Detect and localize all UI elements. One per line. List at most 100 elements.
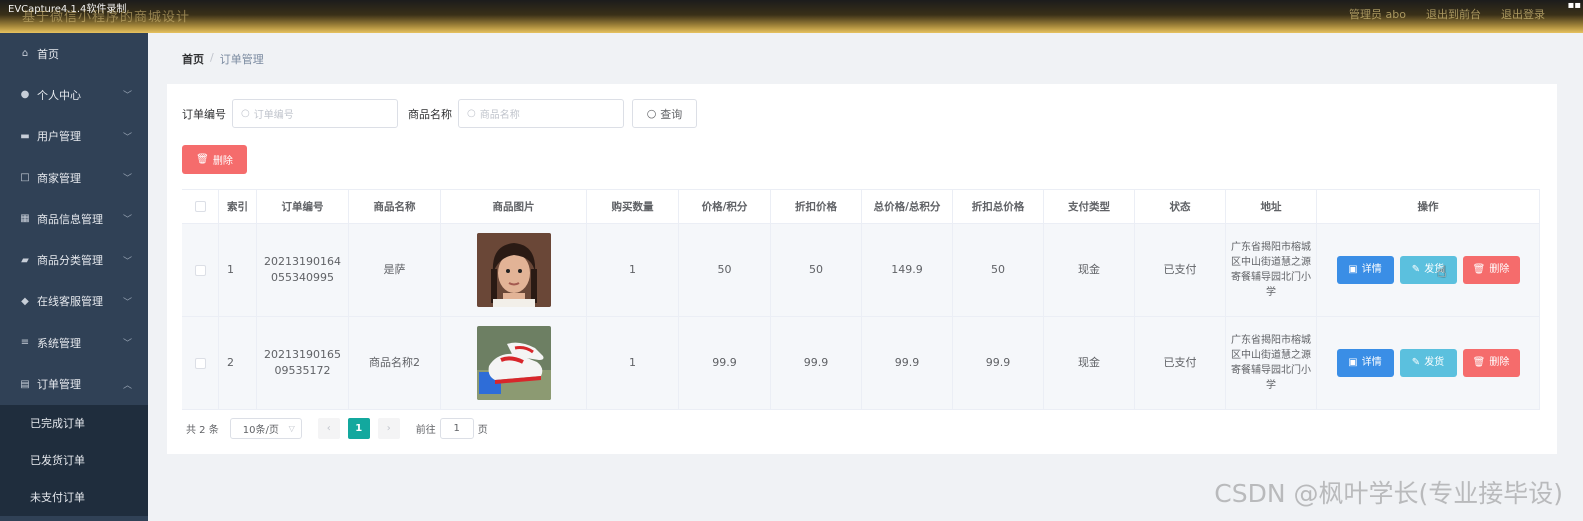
breadcrumb-separator: / (210, 51, 214, 64)
detail-button[interactable]: ▣ 详情 (1336, 349, 1394, 377)
cell-text: 1 (227, 263, 234, 276)
sidebar-item-label: 在线客服管理 (37, 295, 103, 309)
cell-text: 20213190164055340995 (264, 255, 341, 284)
actions-cell: ▣ 详情 ✎ 发货 🗑 删除 (1317, 224, 1540, 316)
delete-button[interactable]: 🗑 删除 (1462, 349, 1520, 377)
chevron-down-icon: ﹀ (122, 91, 132, 102)
sidebar-item-3[interactable]: □ 商家管理 ﹀ (0, 157, 148, 198)
app-title: 基于微信小程序的商城设计 (22, 10, 191, 25)
search-icon: ○ (241, 108, 250, 119)
breadcrumb-current: 订单管理 (219, 53, 264, 66)
shop-icon: □ (20, 172, 30, 184)
grid-icon: ▦ (20, 213, 30, 225)
cell-index: 2 (219, 317, 257, 409)
chevron-up-icon: ︿ (122, 380, 132, 391)
goto-page-input[interactable]: 1 (439, 418, 474, 439)
cell-text: 商品名称2 (369, 356, 420, 369)
cell-qty: 1 (587, 224, 679, 316)
column-header: 操作 (1317, 190, 1540, 223)
row-checkbox[interactable] (194, 264, 206, 276)
total-count: 共 2 条 (186, 425, 219, 436)
sidebar-item-6[interactable]: ◆ 在线客服管理 ﹀ (0, 281, 148, 322)
column-header: 商品名称 (349, 190, 441, 223)
product-thumbnail[interactable] (476, 233, 551, 307)
cell-text: 是萨 (383, 263, 406, 276)
cell-text: 149.9 (891, 263, 923, 276)
ship-button[interactable]: ✎ 发货 (1399, 256, 1457, 284)
order-no-label: 订单编号 (182, 107, 226, 121)
sidebar-item-label: 商家管理 (37, 171, 81, 185)
sidebar-item-label: 订单管理 (37, 378, 81, 392)
chevron-down-icon: ﹀ (122, 297, 132, 308)
cell-text: 已支付 (1163, 356, 1197, 369)
delete-button[interactable]: 🗑 删除 (1462, 256, 1520, 284)
next-page-button[interactable]: › (377, 418, 400, 439)
select-all-cell (182, 190, 219, 223)
prev-page-button[interactable]: ‹ (317, 418, 340, 439)
order-no-input[interactable]: ○ 订单编号 (232, 99, 398, 128)
row-select-cell (182, 224, 219, 316)
goto-label: 前往 (415, 425, 436, 436)
sidebar-item-1[interactable]: ● 个人中心 ﹀ (0, 74, 148, 115)
search-icon: ○ (646, 107, 657, 120)
query-button-label: 查询 (660, 107, 683, 121)
cell-price: 99.9 (679, 317, 771, 409)
cell-text: 2021319016509535172 (264, 348, 341, 377)
trash-icon: 🗑 (1472, 264, 1486, 275)
column-header: 折扣价格 (771, 190, 862, 223)
sidebar-item-0[interactable]: ⌂ 首页 (0, 33, 148, 74)
cell-discount-total: 99.9 (953, 317, 1044, 409)
cell-text: 现金 (1078, 356, 1100, 369)
cell-text: 99.9 (894, 356, 920, 369)
cell-price: 50 (679, 224, 771, 316)
cell-order-no: 2021319016509535172 (257, 317, 349, 409)
column-header: 索引 (219, 190, 257, 223)
column-header: 购买数量 (587, 190, 679, 223)
bulk-delete-button[interactable]: 🗑 删除 (182, 145, 247, 174)
chevron-right-icon: › (386, 423, 391, 434)
column-header: 订单编号 (257, 190, 349, 223)
product-name-placeholder: 商品名称 (479, 110, 520, 121)
admin-user-link[interactable]: 管理员 abo (1349, 6, 1406, 22)
ship-button[interactable]: ✎ 发货 (1399, 349, 1457, 377)
logout-link[interactable]: 退出登录 (1501, 6, 1545, 22)
submenu-item-0[interactable]: 已完成订单 (0, 404, 148, 442)
back-to-front-link[interactable]: 退出到前台 (1426, 6, 1481, 22)
cell-text: 99.9 (803, 356, 829, 369)
sidebar-item-7[interactable]: ≡ 系统管理 ﹀ (0, 322, 148, 363)
cell-total: 99.9 (862, 317, 953, 409)
menu-icon: ≡ (20, 337, 30, 349)
chevron-down-icon: ﹀ (122, 132, 132, 143)
submenu-item-2[interactable]: 未支付订单 (0, 478, 148, 516)
sidebar-item-8[interactable]: ▤ 订单管理 ︿ (0, 363, 148, 404)
select-all-checkbox[interactable] (194, 201, 206, 212)
cell-address: 广东省揭阳市榕城区中山街道慧之源寄餐辅导园北门小学 (1226, 317, 1317, 409)
row-select-cell (182, 317, 219, 409)
page-number-current[interactable]: 1 (347, 418, 370, 439)
document-icon: ▣ (1348, 264, 1358, 275)
row-checkbox[interactable] (194, 357, 206, 369)
detail-button-label: 详情 (1361, 264, 1382, 275)
window-control-icon[interactable]: ▪▪ (1567, 0, 1581, 11)
cell-product: 是萨 (349, 224, 441, 316)
detail-button[interactable]: ▣ 详情 (1336, 256, 1394, 284)
submenu-item-1[interactable]: 已发货订单 (0, 441, 148, 479)
sidebar-item-5[interactable]: ▰ 商品分类管理 ﹀ (0, 239, 148, 280)
detail-button-label: 详情 (1361, 357, 1382, 368)
orders-table: 索引 订单编号 商品名称 商品图片 购买数量 价格/积分 折扣价格 总价格/总积分 折扣总价格支… (182, 189, 1540, 410)
cell-pay-type: 现金 (1044, 317, 1135, 409)
chevron-down-icon: ﹀ (122, 215, 132, 226)
page-size-select[interactable]: 10条/页 ▽ (229, 418, 302, 439)
sidebar-item-2[interactable]: ▬ 用户管理 ﹀ (0, 116, 148, 157)
cell-text: 99.9 (985, 356, 1011, 369)
document-icon: ▣ (1348, 357, 1358, 368)
breadcrumb-home[interactable]: 首页 (182, 51, 204, 67)
product-thumbnail[interactable] (476, 326, 551, 400)
sidebar-item-label: 首页 (37, 47, 59, 61)
sidebar-item-4[interactable]: ▦ 商品信息管理 ﹀ (0, 198, 148, 239)
ship-button-label: 发货 (1424, 357, 1445, 368)
product-name-input[interactable]: ○ 商品名称 (458, 99, 624, 128)
delete-button-label: 删除 (1489, 264, 1510, 275)
query-button[interactable]: ○ 查询 (632, 99, 697, 128)
product-image-cell (441, 224, 587, 316)
